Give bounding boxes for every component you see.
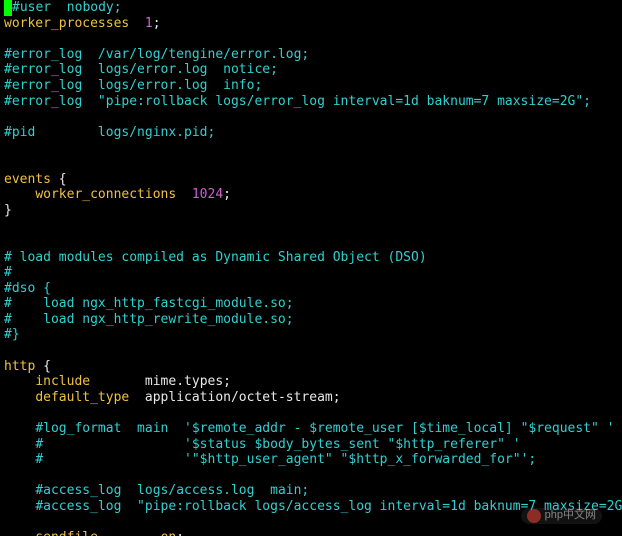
code-line: #access_log logs/access.log main; (0, 483, 622, 499)
code-text (4, 499, 35, 514)
comment-text: # (4, 265, 12, 280)
keyword-text: sendfile (35, 530, 98, 536)
code-text (176, 187, 192, 202)
code-text (90, 374, 145, 389)
code-line (0, 343, 622, 359)
code-line: #error_log "pipe:rollback logs/error_log… (0, 94, 622, 110)
code-text (4, 452, 35, 467)
code-line (0, 468, 622, 484)
keyword-text: events (4, 172, 51, 187)
code-text: { (43, 359, 51, 374)
keyword-text: worker_connections (35, 187, 176, 202)
code-text (129, 16, 145, 31)
code-line (0, 218, 622, 234)
comment-text: #log_format main '$remote_addr - $remote… (35, 421, 614, 436)
comment-text: # load ngx_http_fastcgi_module.so; (4, 296, 294, 311)
code-line: # load modules compiled as Dynamic Share… (0, 250, 622, 266)
code-text: 1024 (192, 187, 223, 202)
text-cursor (4, 0, 12, 16)
keyword-text: http (4, 359, 35, 374)
code-line: } (0, 203, 622, 219)
keyword-text: default_type (35, 390, 129, 405)
code-text: { (59, 172, 67, 187)
code-text: application/octet-stream; (145, 390, 341, 405)
keyword-text: on (161, 530, 177, 536)
code-line: #} (0, 327, 622, 343)
code-line: #error_log /var/log/tengine/error.log; (0, 47, 622, 63)
comment-text: #error_log logs/error.log notice; (4, 62, 278, 77)
code-text (129, 390, 145, 405)
php-logo-icon (527, 509, 541, 523)
comment-text: # load modules compiled as Dynamic Share… (4, 250, 427, 265)
code-line: http { (0, 359, 622, 375)
code-text (98, 530, 161, 536)
code-line: sendfile on; (0, 530, 622, 536)
code-text (4, 483, 35, 498)
comment-text: # '$status $body_bytes_sent "$http_refer… (35, 437, 520, 452)
code-line (0, 109, 622, 125)
code-line (0, 234, 622, 250)
comment-text: #error_log logs/error.log info; (4, 78, 262, 93)
watermark-badge: php中文网 (521, 508, 602, 524)
watermark-text: php中文网 (545, 509, 596, 522)
code-line: events { (0, 172, 622, 188)
code-text (4, 530, 35, 536)
code-text: ; (153, 16, 161, 31)
code-line (0, 140, 622, 156)
code-line: # '"$http_user_agent" "$http_x_forwarded… (0, 452, 622, 468)
code-line: # load ngx_http_fastcgi_module.so; (0, 296, 622, 312)
code-text (4, 390, 35, 405)
keyword-text: worker_processes (4, 16, 129, 31)
code-line: #error_log logs/error.log info; (0, 78, 622, 94)
code-text (51, 172, 59, 187)
code-text: mime.types; (145, 374, 231, 389)
code-line: include mime.types; (0, 374, 622, 390)
code-text (4, 374, 35, 389)
code-line: # '$status $body_bytes_sent "$http_refer… (0, 437, 622, 453)
code-line: #pid logs/nginx.pid; (0, 125, 622, 141)
code-line: #error_log logs/error.log notice; (0, 62, 622, 78)
comment-text: # '"$http_user_agent" "$http_x_forwarded… (35, 452, 536, 467)
code-line (0, 405, 622, 421)
code-line: #log_format main '$remote_addr - $remote… (0, 421, 622, 437)
code-line: worker_processes 1; (0, 16, 622, 32)
comment-text: #dso { (4, 281, 51, 296)
code-text: ; (176, 530, 184, 536)
code-line: # (0, 265, 622, 281)
code-line: default_type application/octet-stream; (0, 390, 622, 406)
code-line: #user nobody; (0, 0, 622, 16)
keyword-text: include (35, 374, 90, 389)
comment-text: #error_log "pipe:rollback logs/error_log… (4, 94, 591, 109)
terminal-editor[interactable]: #user nobody;worker_processes 1; #error_… (0, 0, 622, 536)
code-text: } (4, 203, 12, 218)
code-text (4, 187, 35, 202)
code-text (35, 359, 43, 374)
code-text (4, 437, 35, 452)
code-line: # load ngx_http_rewrite_module.so; (0, 312, 622, 328)
comment-text: #error_log /var/log/tengine/error.log; (4, 47, 309, 62)
comment-text: #} (4, 327, 20, 342)
comment-text: # load ngx_http_rewrite_module.so; (4, 312, 294, 327)
comment-text: #access_log logs/access.log main; (35, 483, 309, 498)
comment-text: #pid logs/nginx.pid; (4, 125, 215, 140)
code-line (0, 31, 622, 47)
code-line: #dso { (0, 281, 622, 297)
code-text (4, 421, 35, 436)
code-text: 1 (145, 16, 153, 31)
code-line (0, 156, 622, 172)
comment-text: #user nobody; (12, 0, 122, 15)
code-text: ; (223, 187, 231, 202)
code-line: worker_connections 1024; (0, 187, 622, 203)
